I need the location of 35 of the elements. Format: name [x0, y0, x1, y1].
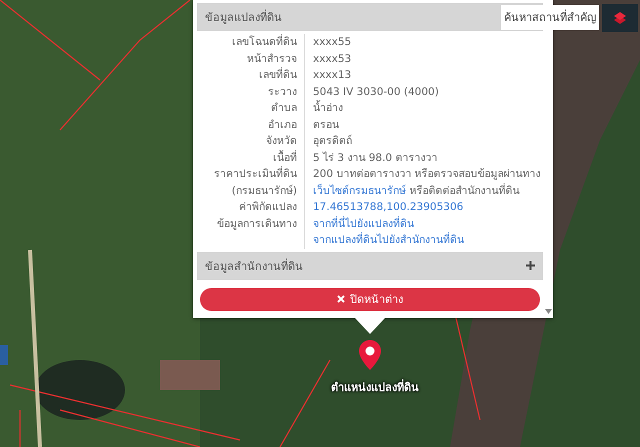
field-value: อุตรดิตถ์ [313, 134, 353, 149]
close-icon [337, 295, 345, 303]
link[interactable]: จากแปลงที่ดินไปยังสำนักงานที่ดิน [313, 234, 464, 246]
field-value: 5 ไร่ 3 งาน 98.0 ตารางวา [313, 150, 438, 166]
scroll-down-arrow-icon[interactable] [545, 309, 552, 314]
field-label: อำเภอ [197, 116, 305, 133]
field-value: 200 บาทต่อตารางวา หรือตรวจสอบข้อมูลผ่านทาง [313, 167, 542, 182]
field-label: จังหวัด [197, 133, 305, 150]
field-label: เนื้อที่ [197, 150, 305, 166]
field-value: xxxx53 [313, 52, 352, 66]
field-value: ตรอน [313, 118, 340, 132]
link[interactable]: จากที่นี่ไปยังแปลงที่ดิน [313, 218, 414, 230]
field-label: ค่าพิกัดแปลง [197, 199, 305, 216]
map-pin-icon[interactable] [359, 340, 381, 370]
field-label: ตำบล [197, 100, 305, 116]
link[interactable]: 17.46513788,100.23905306 [313, 201, 464, 213]
field-label: ข้อมูลการเดินทาง [197, 216, 305, 248]
field-label: ระวาง [197, 84, 305, 100]
field-value: น้ำอ่าง [313, 100, 344, 116]
field-label: (กรมธนารักษ์) [197, 182, 305, 199]
layers-button[interactable] [602, 4, 638, 32]
close-window-button[interactable]: ปิดหน้าต่าง [200, 288, 540, 310]
layers-icon [613, 11, 627, 25]
field-label: เลขที่ดิน [197, 67, 305, 84]
collapsible-section-header[interactable]: ข้อมูลสำนักงานที่ดิน [197, 252, 543, 280]
field-label: ราคาประเมินที่ดิน [197, 166, 305, 182]
marker-label: ตำแหน่งแปลงที่ดิน [330, 378, 420, 396]
field-value: 5043 IV 3030-00 (4000) [313, 84, 440, 100]
field-label: หน้าสำรวจ [197, 50, 305, 67]
field-value: xxxx55 [313, 35, 352, 50]
field-value: เว็บไซต์กรมธนารักษ์ หรือติดต่อสำนักงานที่ดิน [313, 182, 520, 198]
search-field[interactable]: ค้นหาสถานที่สำคัญ [501, 5, 599, 30]
link[interactable]: เว็บไซต์กรมธนารักษ์ [313, 184, 406, 196]
field-label: เลขโฉนดที่ดิน [197, 34, 305, 50]
field-value: xxxx13 [313, 68, 352, 83]
